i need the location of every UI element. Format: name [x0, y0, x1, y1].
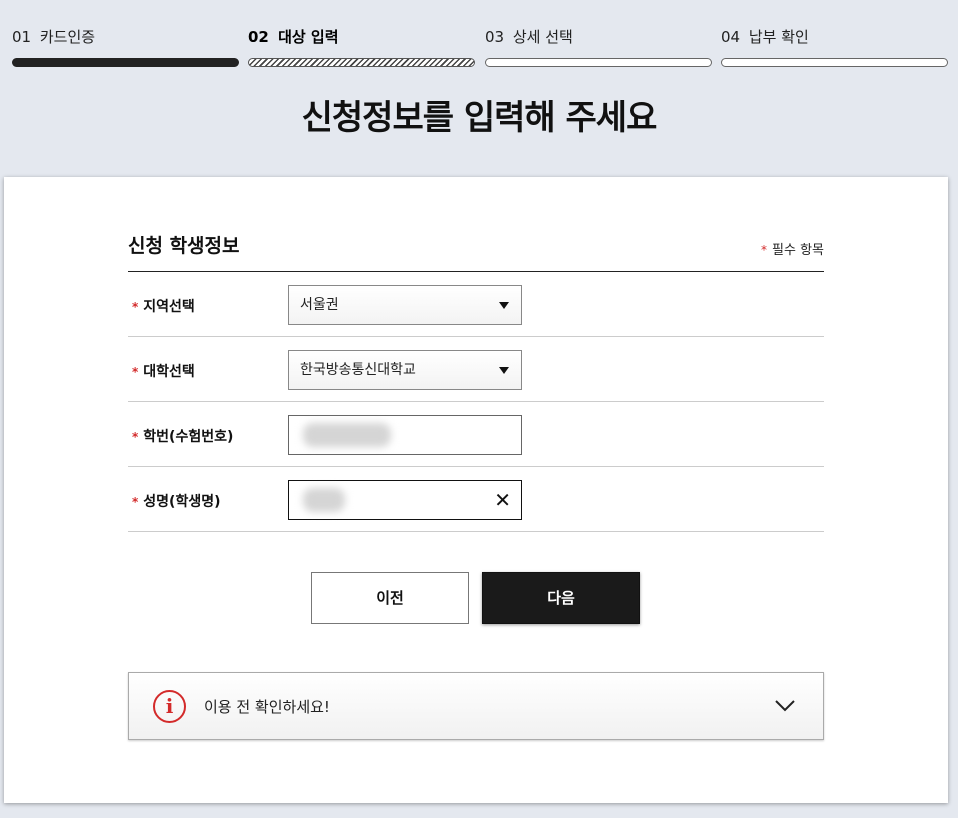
step-target-input: 02 대상 입력 — [248, 26, 475, 70]
dropdown-caret-icon — [499, 302, 509, 309]
field-label: 성명(학생명) — [143, 494, 221, 510]
student-info-form: * 지역선택 서울권 * 대학선택 한국방송통신대학교 * 학번(수험번호) * 성명(… — [128, 271, 824, 532]
notice-accordion[interactable]: i 이용 전 확인하세요! — [128, 672, 824, 740]
form-row-university: * 대학선택 한국방송통신대학교 — [128, 337, 824, 402]
step-progress-bar — [721, 58, 948, 67]
required-star: * — [132, 430, 139, 444]
form-row-student-name: * 성명(학생명) ✕ — [128, 467, 824, 532]
step-number: 03 — [485, 28, 505, 46]
university-select-value: 한국방송통신대학교 — [300, 362, 416, 378]
form-row-student-id: * 학번(수험번호) — [128, 402, 824, 467]
notice-text: 이용 전 확인하세요! — [204, 698, 330, 716]
prev-button[interactable]: 이전 — [311, 572, 469, 624]
step-number: 01 — [12, 28, 32, 46]
info-icon: i — [153, 690, 186, 723]
step-label: 대상 입력 — [278, 28, 339, 46]
close-icon[interactable]: ✕ — [494, 489, 511, 511]
step-progress-bar — [485, 58, 712, 67]
form-row-region: * 지역선택 서울권 — [128, 272, 824, 337]
required-star: * — [132, 495, 139, 509]
step-detail-select: 03 상세 선택 — [485, 26, 712, 70]
step-progress-bar — [12, 58, 239, 67]
field-label: 지역선택 — [143, 299, 195, 315]
step-number: 04 — [721, 28, 741, 46]
required-note-text: 필수 항목 — [772, 243, 824, 258]
step-card-auth: 01 카드인증 — [12, 26, 239, 70]
required-star: * — [132, 300, 139, 314]
redacted-text — [303, 488, 345, 512]
region-select-value: 서울권 — [300, 297, 339, 313]
next-button[interactable]: 다음 — [482, 572, 640, 624]
field-label: 대학선택 — [143, 364, 195, 380]
progress-steps: 01 카드인증 02 대상 입력 03 상세 선택 04 납부 확인 — [12, 26, 948, 70]
step-label: 상세 선택 — [512, 28, 573, 46]
required-star: * — [132, 365, 139, 379]
chevron-down-icon[interactable] — [773, 693, 797, 717]
required-note: * 필수 항목 — [761, 239, 824, 258]
dropdown-caret-icon — [499, 367, 509, 374]
section-title: 신청 학생정보 — [128, 235, 240, 257]
student-name-input[interactable]: ✕ — [288, 480, 522, 520]
step-progress-bar — [248, 58, 475, 67]
region-select[interactable]: 서울권 — [288, 285, 522, 325]
step-payment-confirm: 04 납부 확인 — [721, 26, 948, 70]
form-card: 신청 학생정보 * 필수 항목 * 지역선택 서울권 * 대학선택 한국방송통신대학교… — [4, 177, 948, 803]
step-number: 02 — [248, 28, 269, 46]
redacted-text — [303, 423, 391, 447]
student-id-input[interactable] — [288, 415, 522, 455]
page-title: 신청정보를 입력해 주세요 — [301, 98, 658, 138]
step-label: 카드인증 — [39, 28, 96, 46]
required-star: * — [761, 243, 768, 257]
university-select[interactable]: 한국방송통신대학교 — [288, 350, 522, 390]
field-label: 학번(수험번호) — [143, 429, 234, 445]
step-label: 납부 확인 — [748, 28, 809, 46]
